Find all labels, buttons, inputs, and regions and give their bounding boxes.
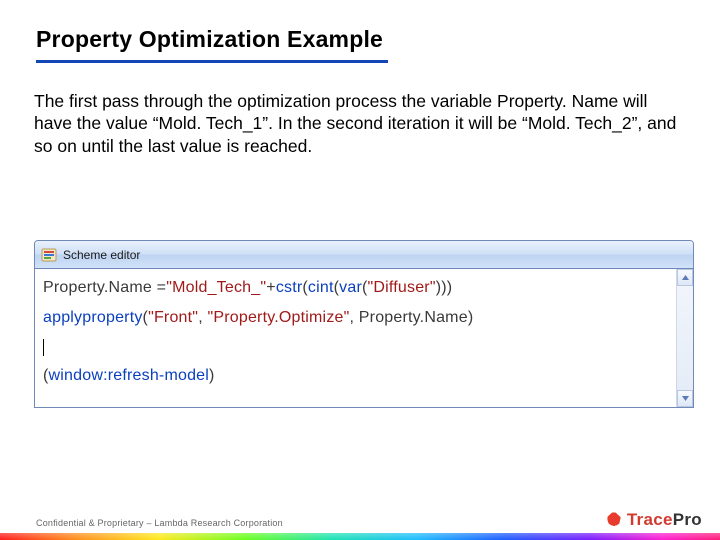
code-token-string: "Property.Optimize" bbox=[207, 309, 349, 326]
code-token: Property.Name bbox=[43, 279, 152, 296]
code-token-keyword: window:refresh-model bbox=[49, 367, 210, 384]
title-underline bbox=[36, 60, 388, 63]
code-token: Property.Name bbox=[359, 309, 468, 326]
code-line-1: Property.Name ="Mold_Tech_"+cstr(cint(va… bbox=[43, 279, 685, 297]
app-icon bbox=[41, 247, 57, 263]
slide: Property Optimization Example The first … bbox=[0, 0, 720, 540]
page-title: Property Optimization Example bbox=[36, 26, 684, 53]
body-paragraph: The first pass through the optimization … bbox=[34, 90, 682, 157]
code-caret-line bbox=[43, 339, 685, 357]
code-token: + bbox=[266, 279, 276, 296]
code-line-3: (window:refresh-model) bbox=[43, 367, 685, 385]
code-token: ) bbox=[209, 367, 215, 384]
window-titlebar[interactable]: Scheme editor bbox=[35, 241, 693, 269]
text-caret bbox=[43, 339, 44, 356]
code-token: = bbox=[152, 279, 166, 296]
scroll-down-button[interactable] bbox=[677, 390, 693, 407]
code-token-fn: cstr bbox=[276, 279, 303, 296]
code-token-string: "Mold_Tech_" bbox=[166, 279, 266, 296]
code-token-string: "Diffuser" bbox=[368, 279, 436, 296]
logo-mark-icon bbox=[605, 511, 623, 529]
code-token-fn: var bbox=[339, 279, 362, 296]
rainbow-bar bbox=[0, 533, 720, 540]
window-title-text: Scheme editor bbox=[63, 248, 140, 262]
code-token-string: "Front" bbox=[148, 309, 198, 326]
logo-text: TracePro bbox=[627, 510, 702, 530]
logo-text-trace: Trace bbox=[627, 510, 673, 529]
logo-text-pro: Pro bbox=[673, 510, 702, 529]
vertical-scrollbar[interactable] bbox=[676, 269, 693, 407]
code-token-fn: cint bbox=[308, 279, 334, 296]
code-token: ) bbox=[468, 309, 474, 326]
editor-body[interactable]: Property.Name ="Mold_Tech_"+cstr(cint(va… bbox=[35, 269, 693, 407]
code-line-2: applyproperty("Front", "Property.Optimiz… bbox=[43, 309, 685, 327]
confidential-footer: Confidential & Proprietary – Lambda Rese… bbox=[36, 518, 283, 528]
tracepro-logo: TracePro bbox=[605, 510, 702, 530]
code-token: , bbox=[350, 309, 359, 326]
scheme-editor-window: Scheme editor Property.Name ="Mold_Tech_… bbox=[34, 240, 694, 408]
scroll-up-button[interactable] bbox=[677, 269, 693, 286]
code-token-fn: applyproperty bbox=[43, 309, 143, 326]
code-token: ))) bbox=[436, 279, 453, 296]
